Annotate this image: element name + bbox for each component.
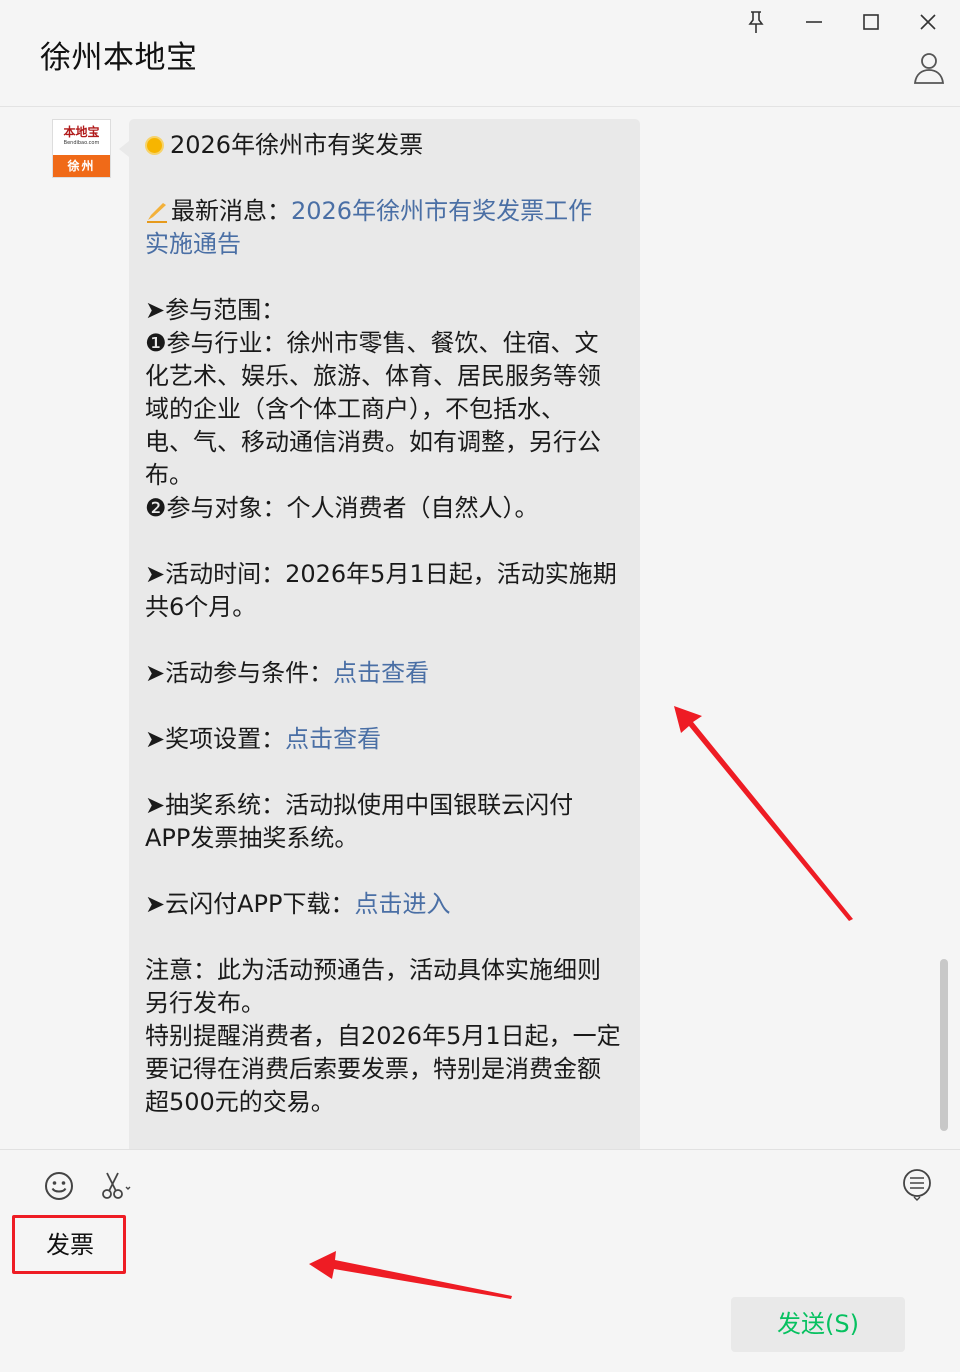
note-line: 特别提醒消费者，自2026年5月1日起，一定	[145, 1022, 621, 1050]
emoji-icon[interactable]	[42, 1169, 76, 1203]
writing-hand-icon	[147, 203, 167, 223]
scope-line: 域的企业（含个体工商户），不包括水、	[145, 395, 565, 423]
scissors-icon[interactable]	[98, 1169, 132, 1203]
person-icon[interactable]	[910, 50, 948, 86]
message-body: 2026年徐州市有奖发票 最新消息：2026年徐州市有奖发票工作 实施通告 ➤参…	[145, 129, 627, 1119]
message-title: 2026年徐州市有奖发票	[170, 131, 424, 159]
conditions-line: ➤活动参与条件：点击查看	[145, 657, 627, 690]
note-line: 注意：此为活动预通告，活动具体实施细则	[145, 956, 601, 984]
scope-line: ❷参与对象：个人消费者（自然人）。	[145, 494, 539, 522]
avatar-city: 徐州	[53, 155, 110, 177]
system-line: APP发票抽奖系统。	[145, 824, 359, 852]
news-link-continued[interactable]: 实施通告	[145, 228, 627, 261]
time-line: 共6个月。	[145, 593, 257, 621]
avatar[interactable]: 本地宝 Bendibao.com 徐州	[52, 119, 111, 178]
download-label: ➤云闪付APP下载：	[145, 890, 355, 918]
time-line: ➤活动时间：2026年5月1日起，活动实施期	[145, 560, 617, 588]
avatar-logo-sub: Bendibao.com	[63, 140, 100, 146]
news-link[interactable]: 2026年徐州市有奖发票工作	[291, 197, 592, 225]
system-line: ➤抽奖系统：活动拟使用中国银联云闪付	[145, 791, 574, 819]
scope-line: 化艺术、娱乐、旅游、体育、居民服务等领	[145, 362, 601, 390]
message-title-line: 2026年徐州市有奖发票	[145, 129, 627, 162]
conditions-link[interactable]: 点击查看	[333, 659, 429, 687]
scope-heading: ➤参与范围：	[145, 296, 286, 324]
sun-icon	[145, 136, 164, 155]
input-area[interactable]: 发票 发送(S)	[0, 1150, 960, 1372]
avatar-logo-text: 本地宝	[63, 125, 100, 139]
maximize-icon[interactable]	[857, 8, 885, 36]
chat-title: 徐州本地宝	[40, 40, 198, 76]
close-icon[interactable]	[914, 8, 942, 36]
news-label: 最新消息：	[171, 197, 291, 225]
message-bubble[interactable]: 2026年徐州市有奖发票 最新消息：2026年徐州市有奖发票工作 实施通告 ➤参…	[119, 119, 640, 1149]
chat-scrollbar[interactable]	[940, 959, 948, 1131]
pin-icon[interactable]	[742, 8, 770, 36]
prizes-line: ➤奖项设置：点击查看	[145, 723, 627, 756]
note-line: 要记得在消费后索要发票，特别是消费金额	[145, 1055, 601, 1083]
prizes-label: ➤奖项设置：	[145, 725, 286, 753]
scope-line: 电、气、移动通信消费。如有调整，另行公	[145, 428, 601, 456]
news-line: 最新消息：2026年徐州市有奖发票工作	[145, 195, 627, 228]
send-button[interactable]: 发送(S)	[731, 1297, 905, 1352]
message-input[interactable]: 发票	[46, 1225, 94, 1260]
download-line: ➤云闪付APP下载：点击进入	[145, 888, 627, 921]
title-bar: 徐州本地宝	[0, 0, 960, 107]
note-line: 超500元的交易。	[145, 1088, 335, 1116]
minimize-icon[interactable]	[800, 8, 828, 36]
conditions-label: ➤活动参与条件：	[145, 659, 334, 687]
scope-line: 布。	[145, 461, 193, 489]
prizes-link[interactable]: 点击查看	[285, 725, 381, 753]
download-link[interactable]: 点击进入	[354, 890, 450, 918]
chat-history-icon[interactable]	[900, 1167, 934, 1201]
chat-messages[interactable]: 本地宝 Bendibao.com 徐州 2026年徐州市有奖发票 最新消息：20…	[0, 107, 960, 1149]
scope-line: ❶参与行业：徐州市零售、餐饮、住宿、文	[145, 329, 599, 357]
note-line: 另行发布。	[145, 989, 265, 1017]
